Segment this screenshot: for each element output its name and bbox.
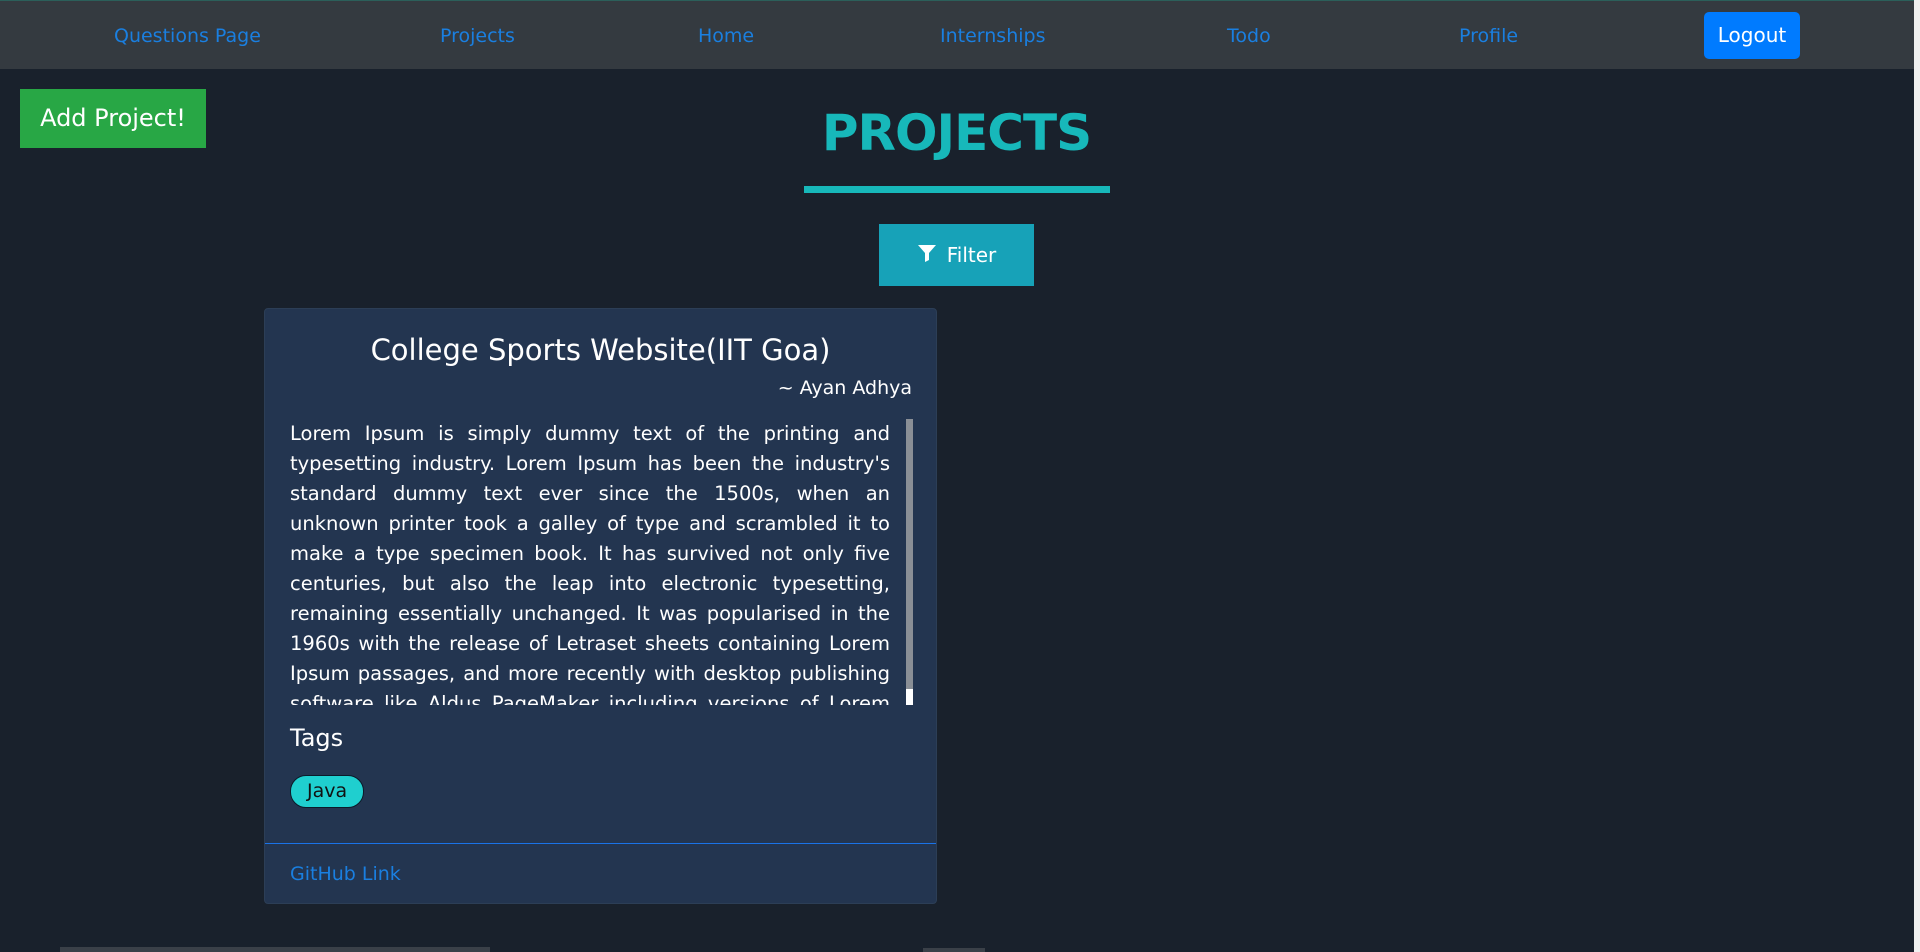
filter-button[interactable]: Filter — [879, 224, 1034, 286]
nav-link-profile[interactable]: Profile — [1459, 25, 1518, 47]
title-underline — [804, 186, 1110, 193]
tag-java: Java — [290, 775, 365, 808]
nav-link-questions-page[interactable]: Questions Page — [114, 25, 261, 47]
filter-icon — [917, 243, 937, 268]
project-title: College Sports Website(IIT Goa) — [370, 333, 831, 367]
github-link[interactable]: GitHub Link — [290, 863, 401, 885]
project-description: Lorem Ipsum is simply dummy text of the … — [290, 422, 890, 705]
nav-link-internships[interactable]: Internships — [940, 25, 1045, 47]
next-card-edge — [60, 947, 490, 952]
page-scrollbar[interactable] — [1914, 0, 1920, 952]
add-project-button[interactable]: Add Project! — [20, 89, 206, 148]
logout-button[interactable]: Logout — [1704, 12, 1800, 59]
nav-link-home[interactable]: Home — [698, 25, 754, 47]
card-footer-divider — [265, 843, 936, 844]
top-navbar: Questions Page Projects Home Internships… — [0, 0, 1920, 69]
project-card: College Sports Website(IIT Goa) ~ Ayan A… — [264, 308, 937, 904]
project-description-scroll[interactable]: Lorem Ipsum is simply dummy text of the … — [290, 419, 890, 705]
nav-link-projects[interactable]: Projects — [440, 25, 515, 47]
next-card-edge — [923, 948, 985, 952]
tags-heading: Tags — [290, 724, 344, 752]
nav-link-todo[interactable]: Todo — [1227, 25, 1271, 47]
filter-label: Filter — [946, 243, 997, 267]
description-scrollbar-thumb[interactable] — [906, 419, 913, 689]
project-author: ~ Ayan Adhya — [777, 377, 912, 399]
page-title: PROJECTS — [821, 104, 1092, 162]
